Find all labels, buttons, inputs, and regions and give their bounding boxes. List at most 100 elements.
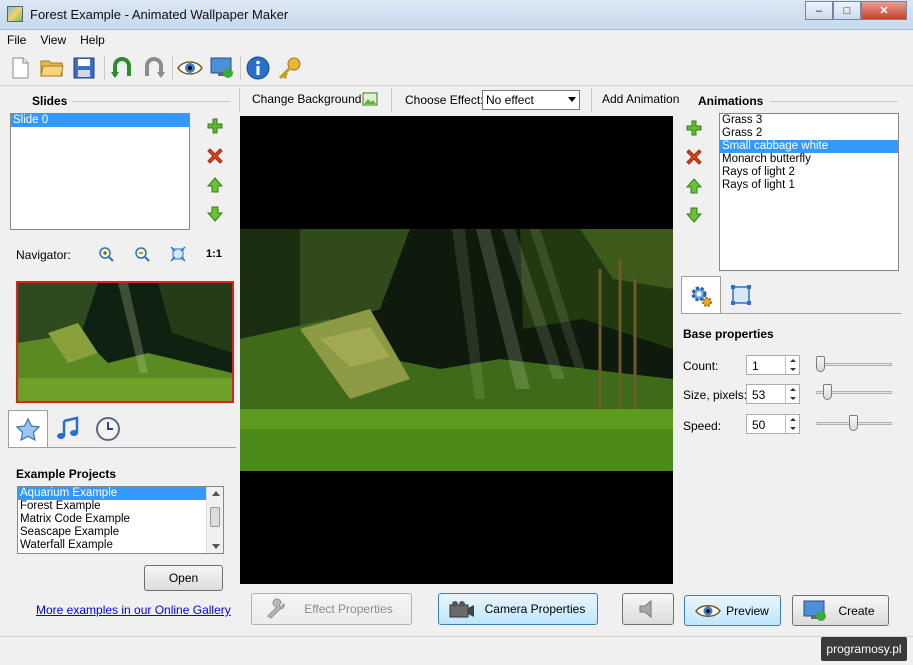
star-icon[interactable] — [8, 410, 48, 448]
move-slide-up-icon[interactable] — [206, 176, 224, 194]
animations-title: Animations — [698, 94, 764, 108]
delete-slide-icon[interactable] — [206, 147, 224, 165]
slides-list[interactable]: Slide 0 — [10, 113, 190, 230]
window-controls: – □ ✕ — [805, 1, 907, 20]
animation-item[interactable]: Monarch butterfly — [720, 153, 898, 166]
animation-item[interactable]: Small cabbage white — [720, 140, 898, 153]
actual-size-button[interactable]: 1:1 — [206, 248, 222, 260]
count-label: Count: — [683, 359, 719, 373]
add-animation-button[interactable]: Add Animation — [602, 92, 679, 106]
add-animation-icon[interactable] — [685, 119, 703, 137]
navigator-label: Navigator: — [16, 248, 71, 262]
example-item[interactable]: Seascape Example — [18, 526, 223, 539]
music-note-icon[interactable] — [48, 410, 88, 448]
preview-eye-icon[interactable] — [176, 54, 204, 82]
animation-item[interactable]: Rays of light 2 — [720, 166, 898, 179]
speed-slider[interactable] — [816, 414, 892, 432]
animations-list[interactable]: Grass 3 Grass 2 Small cabbage white Mona… — [719, 113, 899, 271]
window-title: Forest Example - Animated Wallpaper Make… — [30, 7, 289, 22]
property-tabs — [681, 276, 901, 314]
menu-bar: File View Help — [0, 30, 913, 50]
effect-properties-label: Effect Properties — [304, 602, 393, 616]
speed-slider-thumb[interactable] — [849, 415, 858, 431]
effect-properties-button[interactable]: Effect Properties — [251, 593, 412, 625]
maximize-button[interactable]: □ — [833, 1, 861, 20]
open-example-button[interactable]: Open — [144, 565, 223, 591]
size-label: Size, pixels: — [683, 388, 748, 402]
example-item[interactable]: Forest Example — [18, 500, 223, 513]
size-slider[interactable] — [816, 383, 892, 401]
example-item[interactable]: Aquarium Example — [18, 487, 206, 500]
minimize-button[interactable]: – — [805, 1, 833, 20]
speed-down-arrow[interactable] — [786, 424, 800, 433]
count-slider-thumb[interactable] — [816, 356, 825, 372]
move-animation-down-icon[interactable] — [685, 206, 703, 224]
preview-button[interactable]: Preview — [684, 595, 781, 626]
save-icon[interactable] — [70, 54, 98, 82]
change-background-button[interactable]: Change Background — [252, 92, 361, 106]
speed-stepper[interactable]: 50 — [746, 414, 800, 434]
redo-icon[interactable] — [140, 54, 168, 82]
example-projects-list[interactable]: Aquarium Example Forest Example Matrix C… — [17, 486, 224, 554]
count-down-arrow[interactable] — [786, 365, 800, 374]
count-up-arrow[interactable] — [786, 356, 800, 365]
create-button[interactable]: Create — [792, 595, 889, 626]
move-slide-down-icon[interactable] — [206, 205, 224, 223]
zoom-in-icon[interactable] — [97, 245, 115, 263]
key-icon[interactable] — [276, 54, 304, 82]
online-gallery-link[interactable]: More examples in our Online Gallery — [36, 603, 231, 617]
menu-help[interactable]: Help — [73, 30, 112, 50]
gear-icon[interactable] — [681, 276, 721, 314]
animation-item[interactable]: Grass 3 — [720, 114, 898, 127]
size-value: 53 — [752, 388, 766, 402]
menu-file[interactable]: File — [0, 30, 33, 50]
example-item[interactable]: Matrix Code Example — [18, 513, 223, 526]
speed-up-arrow[interactable] — [786, 415, 800, 424]
export-screen-icon[interactable] — [208, 54, 236, 82]
move-animation-up-icon[interactable] — [685, 177, 703, 195]
camera-properties-button[interactable]: Camera Properties — [438, 593, 598, 625]
camera-properties-label: Camera Properties — [484, 602, 586, 616]
effect-select-value: No effect — [486, 93, 534, 107]
close-button[interactable]: ✕ — [861, 1, 907, 20]
add-slide-icon[interactable] — [206, 117, 224, 135]
examples-scrollbar[interactable] — [206, 487, 223, 553]
preview-label: Preview — [726, 603, 769, 618]
menu-view[interactable]: View — [33, 30, 73, 50]
left-tabs — [8, 410, 236, 448]
create-label: Create — [838, 603, 875, 618]
open-folder-icon[interactable] — [38, 54, 66, 82]
animation-item[interactable]: Grass 2 — [720, 127, 898, 140]
example-item[interactable]: Waterfall Example — [18, 539, 223, 552]
undo-icon[interactable] — [108, 54, 136, 82]
watermark-label: programosy.pl — [821, 637, 907, 661]
example-projects-title: Example Projects — [16, 467, 117, 481]
size-up-arrow[interactable] — [786, 385, 800, 394]
background-image-icon[interactable] — [361, 90, 379, 108]
size-down-arrow[interactable] — [786, 394, 800, 403]
delete-animation-icon[interactable] — [685, 148, 703, 166]
eye-icon — [695, 605, 721, 617]
count-slider[interactable] — [816, 355, 892, 373]
sound-button[interactable] — [622, 593, 674, 625]
size-slider-thumb[interactable] — [823, 384, 832, 400]
count-stepper[interactable]: 1 — [746, 355, 800, 375]
size-stepper[interactable]: 53 — [746, 384, 800, 404]
effect-select[interactable]: No effect — [482, 90, 580, 110]
slide-item[interactable]: Slide 0 — [11, 114, 189, 127]
speaker-icon — [639, 599, 652, 619]
bounds-frame-icon[interactable] — [721, 276, 761, 314]
slide-thumbnail[interactable] — [16, 281, 234, 403]
camera-icon — [449, 601, 474, 618]
clock-icon[interactable] — [88, 410, 128, 448]
scene-canvas[interactable] — [240, 116, 673, 584]
speed-label: Speed: — [683, 419, 722, 433]
new-file-icon[interactable] — [6, 54, 34, 82]
info-icon[interactable] — [244, 54, 272, 82]
fit-to-window-icon[interactable] — [169, 245, 187, 263]
speed-value: 50 — [752, 418, 766, 432]
zoom-out-icon[interactable] — [133, 245, 151, 263]
animation-item[interactable]: Rays of light 1 — [720, 179, 898, 192]
choose-effect-label: Choose Effect: — [405, 93, 484, 107]
count-value: 1 — [752, 359, 759, 373]
